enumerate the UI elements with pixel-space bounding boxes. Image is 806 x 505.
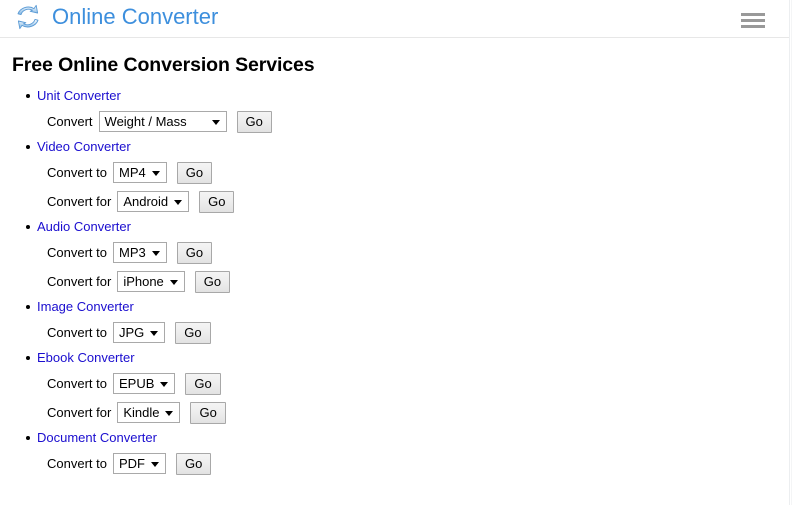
service-heading: Image Converter [12,298,777,316]
list-bullet-icon [26,436,30,440]
go-button[interactable]: Go [194,270,231,293]
conversion-label: Convert [47,114,93,129]
format-select[interactable]: Weight / Mass [98,111,227,132]
list-bullet-icon [26,225,30,229]
format-select[interactable]: iPhone [117,271,185,292]
conversion-row: Convert to MP4 Go [12,158,777,187]
conversion-row: Convert to EPUB Go [12,369,777,398]
logo-wrapper [12,1,44,33]
service-link-document-converter[interactable]: Document Converter [37,430,157,445]
go-button[interactable]: Go [175,321,211,344]
go-button[interactable]: Go [176,161,213,184]
go-button[interactable]: Go [236,110,272,133]
service-heading: Document Converter [12,429,777,447]
hamburger-menu-icon[interactable] [741,11,767,29]
go-button[interactable]: Go [185,372,221,395]
format-select[interactable]: MP4 [112,162,167,183]
conversion-label: Convert for [47,194,112,209]
service-item: Unit Converter Convert Weight / Mass Go [12,87,777,136]
format-select-value: EPUB [118,376,155,391]
main-content: Free Online Conversion Services Unit Con… [0,54,789,478]
conversion-label: Convert for [47,405,112,420]
list-bullet-icon [26,356,30,360]
format-select-value: Kindle [123,405,160,420]
service-item: Document Converter Convert to PDF Go [12,429,777,478]
service-heading: Ebook Converter [12,349,777,367]
conversion-row: Convert for iPhone Go [12,267,777,296]
format-select[interactable]: PDF [112,453,166,474]
conversion-row: Convert for Kindle Go [12,398,777,427]
conversion-label: Convert for [47,274,112,289]
menu-bar-1 [741,12,765,16]
format-select[interactable]: Android [117,191,190,212]
service-heading: Unit Converter [12,87,777,105]
conversion-row: Convert for Android Go [12,187,777,216]
go-button[interactable]: Go [190,401,226,424]
conversion-label: Convert to [47,165,107,180]
page-right-gutter [791,0,806,505]
chevron-down-icon [151,170,160,176]
site-header: Online Converter [0,0,789,38]
service-link-image-converter[interactable]: Image Converter [37,299,134,314]
format-select[interactable]: MP3 [112,242,167,263]
conversion-label: Convert to [47,376,107,391]
go-button[interactable]: Go [176,241,213,264]
conversion-label: Convert to [47,456,107,471]
chevron-down-icon [160,381,169,387]
service-heading: Audio Converter [12,218,777,236]
go-button[interactable]: Go [175,452,212,475]
list-bullet-icon [26,145,30,149]
format-select-value: MP4 [118,165,146,180]
format-select-value: iPhone [123,274,164,289]
chevron-down-icon [211,119,220,125]
format-select-value: PDF [118,456,145,471]
page-container: Online Converter Free Online Conversion … [0,0,790,505]
conversion-row: Convert to JPG Go [12,318,777,347]
chevron-down-icon [150,330,159,336]
brand-title: Online Converter [52,4,219,29]
brand-home-link[interactable]: Online Converter [12,1,218,33]
chevron-down-icon [151,250,160,256]
format-select-value: JPG [118,325,145,340]
format-select[interactable]: JPG [112,322,166,343]
page-title: Free Online Conversion Services [12,54,315,76]
service-item: Ebook Converter Convert to EPUB Go Convert f… [12,349,777,427]
menu-bar-2 [741,18,765,22]
menu-bar-3 [741,24,765,28]
format-select[interactable]: EPUB [112,373,176,394]
service-link-audio-converter[interactable]: Audio Converter [37,219,131,234]
format-select-value: Weight / Mass [104,114,187,129]
conversion-row: Convert to PDF Go [12,449,777,478]
format-select-value: Android [123,194,169,209]
service-list: Unit Converter Convert Weight / Mass Go Vide… [12,87,777,478]
service-item: Video Converter Convert to MP4 Go Convert fo… [12,138,777,216]
chevron-down-icon [150,461,159,467]
service-item: Audio Converter Convert to MP3 Go Convert fo… [12,218,777,296]
service-link-video-converter[interactable]: Video Converter [37,139,131,154]
chevron-down-icon [174,199,183,205]
go-button[interactable]: Go [199,190,235,213]
conversion-row: Convert Weight / Mass Go [12,107,777,136]
conversion-row: Convert to MP3 Go [12,238,777,267]
service-item: Image Converter Convert to JPG Go [12,298,777,347]
format-select-value: MP3 [118,245,146,260]
chevron-down-icon [165,410,174,416]
chevron-down-icon [169,279,178,285]
service-heading: Video Converter [12,138,777,156]
service-link-unit-converter[interactable]: Unit Converter [37,88,121,103]
conversion-label: Convert to [47,325,107,340]
list-bullet-icon [26,305,30,309]
circular-arrows-refresh-icon [17,4,39,30]
list-bullet-icon [26,94,30,98]
format-select[interactable]: Kindle [117,402,181,423]
conversion-label: Convert to [47,245,107,260]
service-link-ebook-converter[interactable]: Ebook Converter [37,350,135,365]
